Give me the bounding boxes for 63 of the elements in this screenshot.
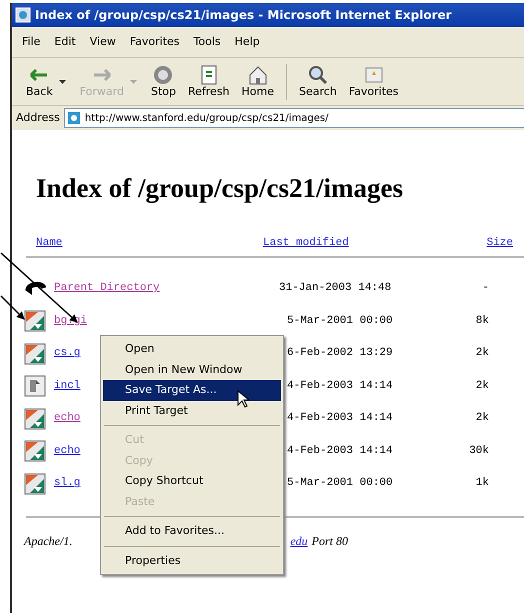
column-header-link[interactable]: Name	[36, 237, 62, 250]
file-size: 2k	[474, 346, 489, 362]
image-file-icon	[24, 310, 46, 332]
modified-date: 4-Feb-2003 14:14	[286, 444, 394, 459]
image-file-icon	[24, 472, 46, 495]
document-icon	[24, 375, 46, 398]
browser-icon	[15, 7, 31, 23]
server-signature: Apache/1.	[24, 532, 72, 550]
modified-date: 4-Feb-2003 14:14	[286, 378, 394, 394]
modified-date: 5-Mar-2001 00:00	[286, 476, 394, 492]
modified-date: 5-Mar-2001 00:00	[286, 314, 394, 329]
address-label: Address	[16, 110, 60, 126]
menu-item[interactable]: File	[22, 34, 40, 50]
file-link[interactable]: Parent Directory	[54, 280, 160, 297]
context-menu-item[interactable]: Open in New Window	[103, 360, 281, 380]
search-icon	[306, 64, 329, 85]
context-menu-item[interactable]: Print Target	[103, 400, 281, 421]
menu-item[interactable]: Tools	[194, 34, 221, 50]
mouse-cursor-icon	[237, 390, 249, 408]
file-size: -	[481, 281, 489, 296]
file-link[interactable]: cs.g	[54, 345, 80, 362]
file-link[interactable]: echo	[54, 442, 80, 460]
toolbar-button[interactable]: Stop	[144, 64, 182, 98]
image-file-icon	[24, 342, 46, 365]
address-field[interactable]: http://www.stanford.edu/group/csp/cs21/images/	[64, 108, 524, 128]
modified-date: 6-Feb-2002 13:29	[286, 346, 394, 362]
image-file-icon	[24, 440, 46, 462]
menu-item[interactable]: View	[90, 34, 116, 50]
port-text: Port 80	[312, 532, 348, 550]
page-heading: Index of /group/csp/cs21/images	[36, 172, 404, 204]
toolbar-button[interactable]: Refresh	[182, 64, 236, 98]
file-size: 30k	[468, 444, 489, 459]
favorites-icon	[362, 64, 385, 85]
file-link[interactable]: incl	[54, 378, 80, 394]
image-file-icon	[24, 408, 46, 430]
file-size: 2k	[474, 411, 489, 426]
column-header-link[interactable]: Last modified	[263, 237, 349, 250]
dropdown-caret-icon[interactable]	[58, 80, 66, 84]
file-size: 8k	[474, 314, 489, 329]
modified-date: 4-Feb-2003 14:14	[286, 411, 394, 426]
window-title: Index of /group/csp/cs21/images - Microsoft Internet Explorer	[35, 7, 452, 24]
file-link[interactable]: echo	[54, 410, 80, 427]
toolbar-button[interactable]: Search	[293, 64, 343, 98]
file-size: 2k	[474, 378, 489, 394]
toolbar-button[interactable]: Favorites	[342, 64, 405, 98]
context-menu-item[interactable]: Add to Favorites...	[103, 521, 281, 542]
host-link[interactable]: edu	[290, 532, 308, 550]
context-menu-item[interactable]: Copy Shortcut	[103, 471, 281, 492]
context-menu-item[interactable]: Properties	[103, 550, 281, 571]
context-menu-item[interactable]: Open	[103, 339, 281, 360]
menu-item[interactable]: Favorites	[130, 34, 180, 50]
toolbar-button[interactable]: Home	[236, 64, 280, 98]
menu-item[interactable]: Edit	[54, 34, 76, 50]
menu-item[interactable]: Help	[234, 34, 260, 50]
toolbar-button[interactable]: Back	[20, 64, 59, 98]
stop-icon	[152, 64, 174, 85]
column-header-link[interactable]: Size	[486, 237, 513, 250]
page-icon	[66, 111, 81, 125]
home-icon	[246, 64, 269, 85]
file-size: 1k	[474, 476, 489, 492]
context-menu-item[interactable]: Save Target As...	[103, 380, 281, 400]
modified-date: 31-Jan-2003 14:48	[279, 281, 392, 296]
file-link[interactable]: sl.g	[54, 475, 80, 492]
